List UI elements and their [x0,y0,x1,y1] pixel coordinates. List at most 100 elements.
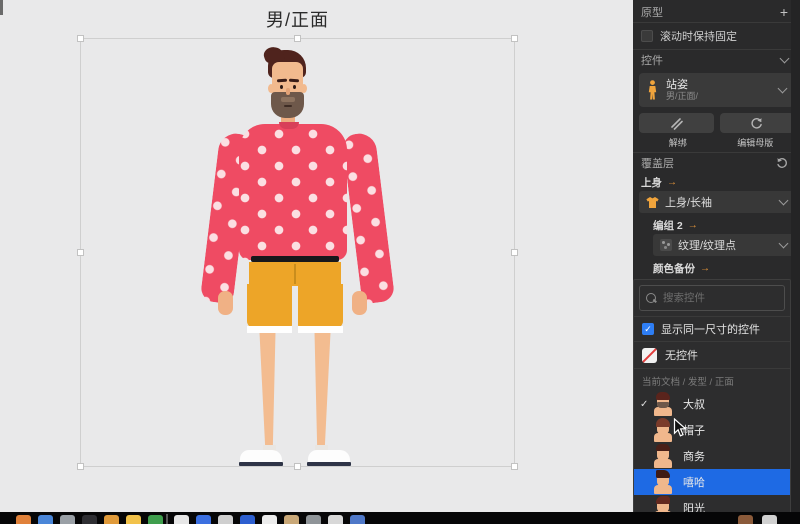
dock-icon[interactable] [82,515,97,524]
resize-handle-top-left[interactable] [77,35,84,42]
edit-master-button-label: 编辑母版 [737,138,774,148]
color-backup-label-row: 颜色备份 → [633,259,800,277]
dock-icon[interactable] [38,515,53,524]
edit-master-button[interactable] [719,113,794,133]
overlay-section-header: 覆盖层 [633,153,800,173]
dock-icon[interactable] [126,515,141,524]
dock-icon[interactable] [148,515,163,524]
character-right-shoe [307,450,351,466]
resize-handle-bottom-center[interactable] [293,463,301,470]
dock-icon[interactable] [166,514,168,524]
search-input[interactable] [661,291,775,305]
chevron-down-icon[interactable] [779,53,790,64]
control-name: 站姿 [666,78,688,91]
dock-icon[interactable] [16,515,31,524]
fix-on-scroll-row[interactable]: 滚动时保持固定 [633,23,800,49]
dock-icon[interactable] [104,515,119,524]
dock-icon[interactable] [350,515,365,524]
dock-icon[interactable] [60,515,75,524]
character-shorts-right [298,284,343,328]
control-instance-dropdown[interactable]: 站姿 男/正面/ [639,73,794,107]
add-icon[interactable]: + [780,5,788,19]
prototype-section-title: 原型 [641,7,663,19]
same-size-checkbox[interactable]: ✓ [642,323,654,335]
upper-body-value: 上身/长袖 [665,197,713,209]
window-edge-sliver [0,0,3,15]
character-shorts-left [247,284,292,328]
goto-arrow-icon[interactable]: → [667,177,677,188]
dock-icon[interactable] [174,515,189,524]
no-control-label: 无控件 [665,350,698,362]
group2-label-row: 编组 2 → [633,216,800,234]
dock-icon[interactable] [262,515,277,524]
chevron-down-icon[interactable] [777,83,788,94]
resize-handle-top-right[interactable] [511,35,518,42]
person-icon [648,80,657,100]
fix-on-scroll-label: 滚动时保持固定 [660,31,737,43]
macos-dock[interactable] [0,512,800,524]
character-right-hand [352,291,367,315]
design-canvas[interactable]: 男/正面 [0,0,633,512]
resize-handle-middle-right[interactable] [511,248,518,256]
dock-icon[interactable] [196,515,211,524]
panel-scroll-track[interactable] [791,0,800,512]
color-backup-label: 颜色备份 [653,262,695,275]
same-size-row[interactable]: ✓ 显示同一尺寸的控件 [634,317,790,341]
resize-handle-bottom-left[interactable] [77,463,84,470]
goto-arrow-icon[interactable]: → [700,263,710,274]
character-nose [286,88,290,95]
no-control-option[interactable]: 无控件 [634,342,790,368]
character-left-hand [218,291,233,315]
resize-handle-middle-left[interactable] [77,248,84,256]
dock-icon[interactable] [284,515,299,524]
texture-dropdown[interactable]: 纹理/纹理点 [653,234,794,256]
chevron-down-icon[interactable] [778,238,789,249]
fix-on-scroll-checkbox[interactable] [641,30,653,42]
list-item-shangwu[interactable]: 商务 [634,443,790,469]
detach-button[interactable] [639,113,714,133]
character-shorts-fly [294,264,296,284]
resize-handle-top-center[interactable] [293,35,301,42]
prototype-section-header: 原型 + [633,2,800,22]
dock-icon[interactable] [762,515,777,524]
avatar [653,392,673,416]
character-right-cuff [298,326,343,333]
dock-icon[interactable] [218,515,233,524]
dock-icon[interactable] [328,515,343,524]
frame-title[interactable]: 男/正面 [80,6,515,32]
character-sweater [239,124,347,260]
refresh-icon [751,117,763,129]
search-box[interactable] [639,285,785,311]
avatar [653,444,673,468]
search-icon [646,293,656,303]
overlay-section-title: 覆盖层 [641,158,674,170]
chevron-down-icon[interactable] [778,195,789,206]
list-item-label: 商务 [683,451,705,463]
mouse-cursor [673,418,687,438]
same-size-label: 显示同一尺寸的控件 [661,324,760,336]
character-right-eyebrow [288,78,300,83]
character-mouth [284,105,292,107]
properties-panel: 原型 + 滚动时保持固定 控件 站姿 男/正面/ 解绑 编辑母版 覆盖层 上身 … [633,0,800,524]
detach-button-label: 解绑 [668,138,687,148]
dock-icon[interactable] [240,515,255,524]
reset-icon[interactable] [776,157,788,169]
group2-label: 编组 2 [653,219,683,232]
dock-icon[interactable] [738,515,753,524]
control-path: 男/正面/ [666,91,699,102]
check-icon: ✓ [640,398,649,410]
dock-icon[interactable] [306,515,321,524]
list-item-maozi[interactable]: 帽子 [634,417,790,443]
resize-handle-bottom-right[interactable] [511,463,518,470]
character-mustache [281,97,295,102]
character-left-cuff [247,326,292,333]
list-item-xiha-selected[interactable]: 嘻哈 [634,469,790,495]
control-picker-popup: ✓ 显示同一尺寸的控件 无控件 当前文档 / 发型 / 正面 ✓ 大叔 帽子 [633,279,791,524]
list-item-label: 嘻哈 [683,477,705,489]
avatar [653,418,673,442]
upper-body-dropdown[interactable]: 上身/长袖 [639,191,794,213]
goto-arrow-icon[interactable]: → [688,220,698,231]
control-section-header[interactable]: 控件 [633,50,800,70]
list-item-daschu[interactable]: ✓ 大叔 [634,391,790,417]
list-item-label: 大叔 [683,399,705,411]
